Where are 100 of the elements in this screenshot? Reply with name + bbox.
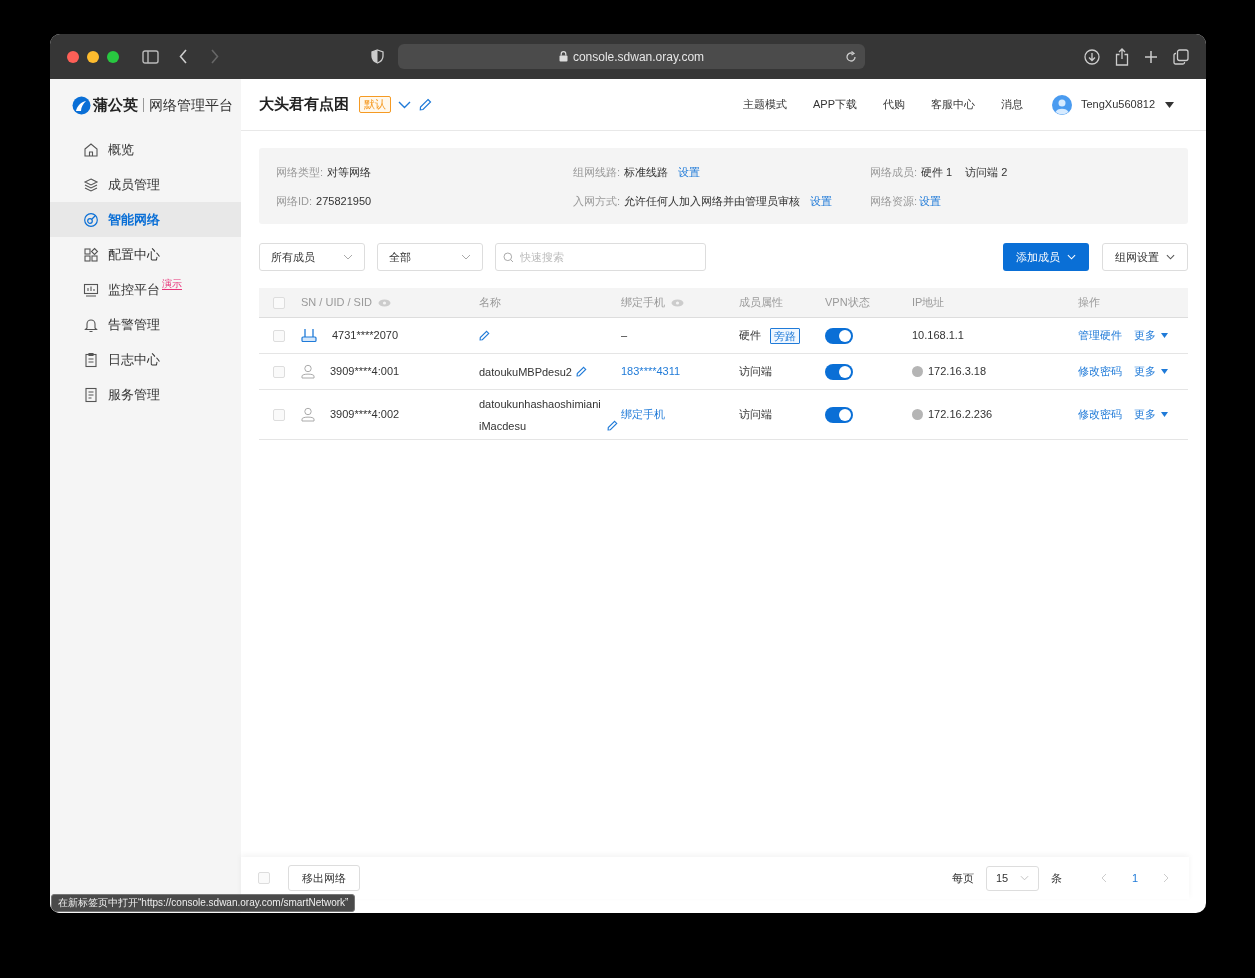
network-name: 大头君有点困: [259, 94, 349, 115]
column-header: SN / UID / SID: [301, 295, 372, 311]
type-select[interactable]: 全部: [377, 243, 483, 271]
network-icon: [83, 211, 99, 228]
url-text: console.sdwan.oray.com: [572, 48, 705, 66]
info-label: 网络资源:: [870, 193, 918, 209]
edit-icon[interactable]: [419, 98, 432, 111]
nav-link[interactable]: 消息: [1001, 96, 1023, 113]
edit-icon[interactable]: [575, 365, 587, 377]
info-label: 组网线路:: [573, 165, 621, 180]
shield-icon[interactable]: [371, 49, 384, 64]
member-id: 3909****4:001: [330, 364, 400, 380]
sidebar-item[interactable]: 日志中心: [50, 342, 241, 377]
chevron-down-icon: [1019, 875, 1029, 881]
download-icon[interactable]: [1084, 48, 1100, 65]
sidebar-item[interactable]: 配置中心: [50, 237, 241, 272]
edit-icon[interactable]: [479, 330, 490, 341]
vpn-toggle[interactable]: [825, 406, 853, 423]
more-menu[interactable]: 更多: [1134, 406, 1168, 423]
column-header: 名称: [479, 295, 501, 311]
network-settings-button[interactable]: 组网设置: [1102, 243, 1188, 271]
sidebar-item[interactable]: 概览: [50, 132, 241, 167]
checkbox[interactable]: [273, 408, 285, 421]
settings-link[interactable]: 设置: [919, 192, 942, 209]
unit-label: 条: [1050, 870, 1062, 886]
checkbox[interactable]: [273, 329, 285, 342]
ip-address: 10.168.1.1: [912, 328, 964, 344]
action-link[interactable]: 修改密码: [1078, 363, 1122, 380]
sidebar-item[interactable]: 成员管理: [50, 167, 241, 202]
bell-icon: [83, 316, 99, 333]
vpn-toggle[interactable]: [825, 363, 853, 380]
caret-icon[interactable]: [1165, 101, 1174, 108]
document-icon: [83, 386, 99, 403]
nav-link[interactable]: 客服中心: [931, 96, 975, 113]
phone-link[interactable]: 183****4311: [621, 363, 681, 380]
checkbox[interactable]: [258, 872, 270, 884]
column-header: IP地址: [912, 295, 945, 311]
vpn-toggle[interactable]: [825, 327, 853, 344]
nav-link[interactable]: 主题模式: [742, 96, 787, 113]
reload-icon[interactable]: [845, 50, 857, 63]
info-value: 硬件 1: [921, 165, 953, 180]
chevron-down-icon: [1067, 254, 1076, 260]
sidebar-item[interactable]: 智能网络: [50, 202, 241, 237]
action-link[interactable]: 修改密码: [1078, 406, 1122, 423]
remove-from-network-button[interactable]: 移出网络: [288, 865, 360, 891]
plus-icon[interactable]: [1144, 49, 1158, 64]
sidebar-item[interactable]: 告警管理: [50, 307, 241, 342]
page-number[interactable]: 1: [1131, 869, 1138, 887]
link-status-tooltip: 在新标签页中打开“https://console.sdwan.oray.com/smartNetwork”: [51, 894, 356, 912]
add-member-button[interactable]: 添加成员: [1003, 243, 1089, 271]
info-value: 允许任何人加入网络并由管理员审核: [624, 193, 801, 209]
sidebar-item[interactable]: 服务管理: [50, 377, 241, 412]
nav-link[interactable]: APP下载: [812, 96, 857, 113]
close-window-button[interactable]: [67, 50, 79, 63]
address-bar[interactable]: console.sdwan.oray.com: [398, 44, 865, 69]
edit-icon[interactable]: [607, 419, 618, 431]
column-header: 成员属性: [739, 295, 783, 311]
checkbox[interactable]: [273, 296, 285, 309]
column-header: 绑定手机: [621, 295, 665, 311]
chevron-down-icon: [461, 254, 471, 260]
phone-link[interactable]: 绑定手机: [621, 406, 665, 423]
back-icon[interactable]: [179, 49, 188, 64]
ip-address: 172.16.3.18: [928, 364, 987, 380]
more-menu[interactable]: 更多: [1134, 327, 1168, 344]
demo-badge: 演示: [162, 277, 182, 290]
action-link[interactable]: 管理硬件: [1078, 327, 1122, 344]
forward-icon[interactable]: [210, 49, 219, 64]
minimize-window-button[interactable]: [87, 50, 99, 63]
tabs-icon[interactable]: [1173, 48, 1189, 65]
info-value: 标准线路: [624, 165, 669, 180]
zoom-window-button[interactable]: [107, 50, 119, 63]
settings-link[interactable]: 设置: [678, 164, 701, 181]
grid-icon: [83, 246, 99, 263]
home-icon: [83, 141, 99, 158]
search-field[interactable]: 快速搜索: [495, 243, 706, 271]
search-icon: [503, 252, 514, 263]
user-icon: [301, 407, 315, 422]
share-icon[interactable]: [1115, 47, 1129, 66]
member-id: 4731****2070: [332, 328, 399, 344]
caret-icon: [1161, 412, 1168, 417]
nav-link[interactable]: 代购: [883, 96, 905, 113]
member-type: 访问端: [739, 364, 772, 380]
logo-icon: [72, 95, 91, 115]
column-header: 操作: [1078, 295, 1100, 311]
sidebar-icon[interactable]: [142, 49, 159, 64]
chevron-down-icon[interactable]: [398, 100, 411, 109]
info-label: 网络ID:: [276, 193, 313, 209]
info-label: 入网方式:: [573, 193, 621, 209]
page-size-select[interactable]: 15: [985, 865, 1039, 891]
chevron-down-icon: [1166, 254, 1175, 260]
checkbox[interactable]: [273, 365, 285, 378]
member-select[interactable]: 所有成员: [259, 243, 365, 271]
info-value: 275821950: [316, 193, 372, 209]
layers-icon: [83, 176, 99, 193]
caret-icon: [1161, 369, 1168, 374]
more-menu[interactable]: 更多: [1134, 363, 1168, 380]
user-name[interactable]: TengXu560812: [1081, 96, 1155, 113]
user-avatar[interactable]: [1052, 94, 1072, 115]
bypass-tag: 旁路: [770, 327, 800, 344]
settings-link[interactable]: 设置: [810, 192, 833, 209]
